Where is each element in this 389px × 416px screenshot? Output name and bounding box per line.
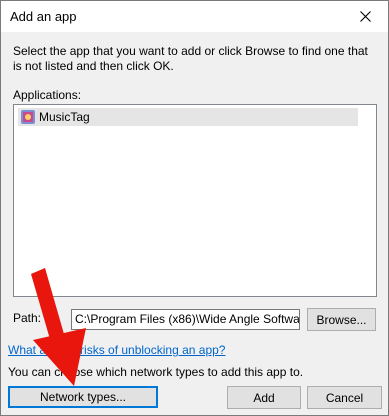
title-bar: Add an app	[1, 1, 388, 32]
path-label: Path:	[13, 311, 42, 325]
close-icon	[359, 11, 371, 22]
close-button[interactable]	[342, 1, 388, 32]
network-types-button-label: Network types...	[39, 390, 127, 404]
add-button[interactable]: Add	[227, 386, 301, 409]
add-button-label: Add	[253, 390, 275, 405]
list-item[interactable]: MusicTag	[18, 108, 358, 126]
path-field[interactable]: C:\Program Files (x86)\Wide Angle Softwa…	[71, 309, 300, 330]
dialog-description: Select the app that you want to add or c…	[13, 44, 368, 73]
add-app-dialog: Add an app Select the app that you want …	[0, 0, 389, 416]
applications-label: Applications:	[13, 88, 82, 102]
network-types-button[interactable]: Network types...	[8, 386, 158, 408]
browse-button[interactable]: Browse...	[307, 308, 376, 331]
applications-list[interactable]: MusicTag	[13, 104, 377, 297]
cancel-button[interactable]: Cancel	[307, 386, 382, 409]
browse-button-label: Browse...	[316, 312, 367, 327]
network-types-note: You can choose which network types to ad…	[8, 365, 304, 379]
risks-link[interactable]: What are the risks of unblocking an app?	[8, 343, 225, 357]
dialog-title: Add an app	[10, 9, 77, 24]
musictag-app-icon	[21, 110, 35, 124]
cancel-button-label: Cancel	[325, 390, 364, 405]
app-name: MusicTag	[39, 110, 90, 124]
